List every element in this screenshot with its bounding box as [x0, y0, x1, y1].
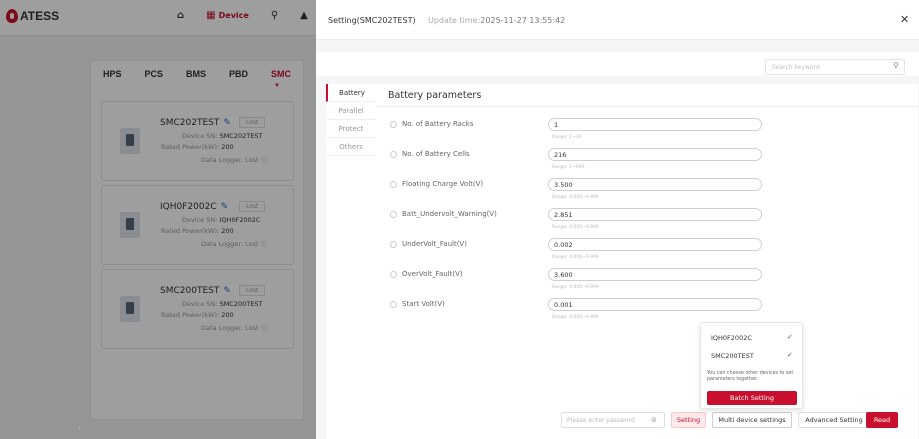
param-label: UnderVolt_Fault(V): [390, 240, 467, 248]
param-radio[interactable]: [390, 150, 397, 158]
param-range: Range: 0.000~9.999: [552, 195, 599, 200]
param-label: No. of Battery Racks: [390, 120, 474, 128]
param-label: Batt_Undervolt_Warning(V): [390, 210, 497, 218]
advanced-setting-button[interactable]: Advanced Setting: [798, 412, 870, 428]
update-time: Update time:2025-11-27 13:55:42: [428, 16, 566, 25]
parameter-tabs: Battery Parallel Protect Others: [326, 84, 376, 439]
tab-others[interactable]: Others: [326, 138, 376, 156]
search-icon[interactable]: ⚲: [893, 61, 899, 70]
drawer-title: Setting(SMC202TEST): [328, 16, 416, 25]
check-icon[interactable]: ✓: [787, 333, 793, 341]
divider: [376, 106, 918, 107]
tab-parallel[interactable]: Parallel: [326, 102, 376, 120]
param-radio[interactable]: [390, 120, 397, 128]
search-box[interactable]: ⚲: [765, 59, 905, 75]
tab-protect[interactable]: Protect: [326, 120, 376, 138]
param-input-battery-cells[interactable]: [548, 148, 762, 161]
param-radio[interactable]: [390, 240, 397, 248]
param-input-undervolt-fault[interactable]: [548, 238, 762, 251]
param-range: Range: 0.000~9.999: [552, 285, 599, 290]
param-input-battery-racks[interactable]: [548, 118, 762, 131]
section-title: Battery parameters: [388, 90, 482, 101]
drawer-header: Setting(SMC202TEST) Update time:2025-11-…: [316, 0, 919, 40]
password-box[interactable]: ⊘: [561, 412, 665, 428]
param-input-overvolt-fault[interactable]: [548, 268, 762, 281]
batch-setting-button[interactable]: Batch Setting: [707, 391, 797, 405]
check-icon[interactable]: ✓: [787, 351, 793, 359]
setting-button[interactable]: Setting: [671, 412, 706, 428]
tab-battery[interactable]: Battery: [326, 84, 376, 102]
read-button[interactable]: Read: [866, 412, 898, 428]
popover-device-item[interactable]: IQH0F2002C: [711, 334, 752, 342]
search-row: ⚲: [316, 52, 919, 76]
param-radio[interactable]: [390, 210, 397, 218]
param-label: No. of Battery Cells: [390, 150, 470, 158]
param-range: Range: 1~999: [552, 165, 585, 170]
param-radio[interactable]: [390, 180, 397, 188]
settings-drawer: Setting(SMC202TEST) Update time:2025-11-…: [316, 0, 919, 439]
param-radio[interactable]: [390, 300, 397, 308]
param-range: Range: 0.000~9.999: [552, 225, 599, 230]
password-input[interactable]: [567, 415, 647, 426]
param-range: Range: 0.000~9.999: [552, 255, 599, 260]
param-label: Start Volt(V): [390, 300, 445, 308]
param-range: Range: 1~30: [552, 135, 582, 140]
multi-device-popover: IQH0F2002C ✓ SMC200TEST ✓ You can choose…: [700, 322, 803, 409]
param-range: Range: 0.000~9.999: [552, 315, 599, 320]
param-input-start-volt[interactable]: [548, 298, 762, 311]
param-input-floating-charge[interactable]: [548, 178, 762, 191]
popover-note: You can choose other devices to set para…: [707, 371, 794, 382]
popover-device-item[interactable]: SMC200TEST: [711, 352, 754, 360]
multi-device-settings-button[interactable]: Multi device settings: [712, 412, 792, 428]
param-label: OverVolt_Fault(V): [390, 270, 463, 278]
param-input-undervolt-warning[interactable]: [548, 208, 762, 221]
param-radio[interactable]: [390, 270, 397, 278]
collapse-icon[interactable]: ›: [78, 424, 81, 433]
eye-off-icon[interactable]: ⊘: [651, 416, 657, 424]
param-label: Floating Charge Volt(V): [390, 180, 483, 188]
modal-overlay[interactable]: [0, 0, 316, 439]
close-icon[interactable]: ✕: [900, 13, 909, 26]
search-input[interactable]: [772, 62, 882, 73]
parameter-content: Battery parameters No. of Battery Racks …: [376, 84, 918, 439]
